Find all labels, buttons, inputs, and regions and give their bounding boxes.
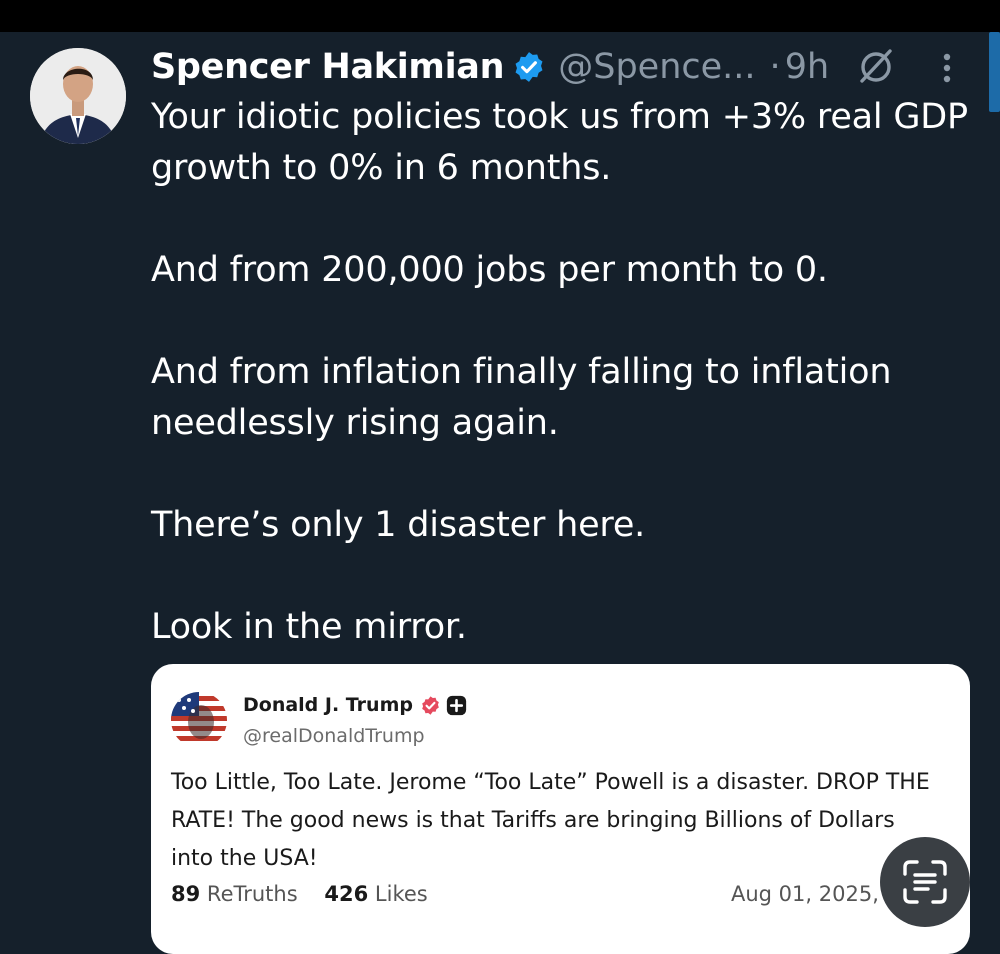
tweet-paragraph: Your idiotic policies took us from +3% r… (151, 97, 968, 188)
tweet-header: Spencer Hakimian @Spence... · 9h (151, 40, 981, 94)
plus-badge-icon (446, 695, 467, 716)
status-bar (0, 0, 1000, 32)
quoted-author-handle[interactable]: @realDonaldTrump (243, 725, 425, 747)
separator-dot: · (769, 47, 781, 87)
quoted-post-text: Too Little, Too Late. Jerome “Too Late” … (171, 770, 930, 871)
truth-verified-badge-icon (420, 695, 441, 716)
author-avatar[interactable] (30, 48, 126, 144)
grok-icon[interactable] (856, 46, 896, 86)
likes-count: 426 (324, 882, 369, 906)
likes-label: Likes (374, 882, 428, 906)
quoted-author-row: Donald J. Trump (243, 694, 467, 716)
tweet-text: Your idiotic policies took us from +3% r… (151, 92, 971, 704)
tweet-paragraph: And from 200,000 jobs per month to 0. (151, 250, 828, 290)
tweet-paragraph: Look in the mirror. (151, 607, 467, 647)
author-name[interactable]: Spencer Hakimian (151, 47, 505, 87)
tweet-timestamp[interactable]: 9h (785, 47, 829, 87)
retruths-label: ReTruths (206, 882, 298, 906)
quoted-author-name[interactable]: Donald J. Trump (243, 694, 413, 716)
author-handle[interactable]: @Spence... (558, 47, 755, 87)
verified-badge-icon (512, 50, 546, 84)
text-scan-button[interactable] (880, 837, 970, 927)
tweet-paragraph: And from inflation finally falling to in… (151, 352, 892, 443)
more-vertical-icon[interactable] (937, 48, 957, 88)
scrollbar[interactable] (989, 32, 1000, 112)
retruths-count: 89 (171, 882, 201, 906)
tweet-paragraph: There’s only 1 disaster here. (151, 505, 646, 545)
quoted-post-stats: 89 ReTruths 426 Likes (171, 882, 428, 906)
quoted-post-date: Aug 01, 2025, 8 (731, 882, 881, 906)
quoted-author-avatar[interactable] (171, 692, 227, 748)
quoted-post-card[interactable]: Donald J. Trump @realDonaldTrump Too Lit… (151, 664, 970, 954)
